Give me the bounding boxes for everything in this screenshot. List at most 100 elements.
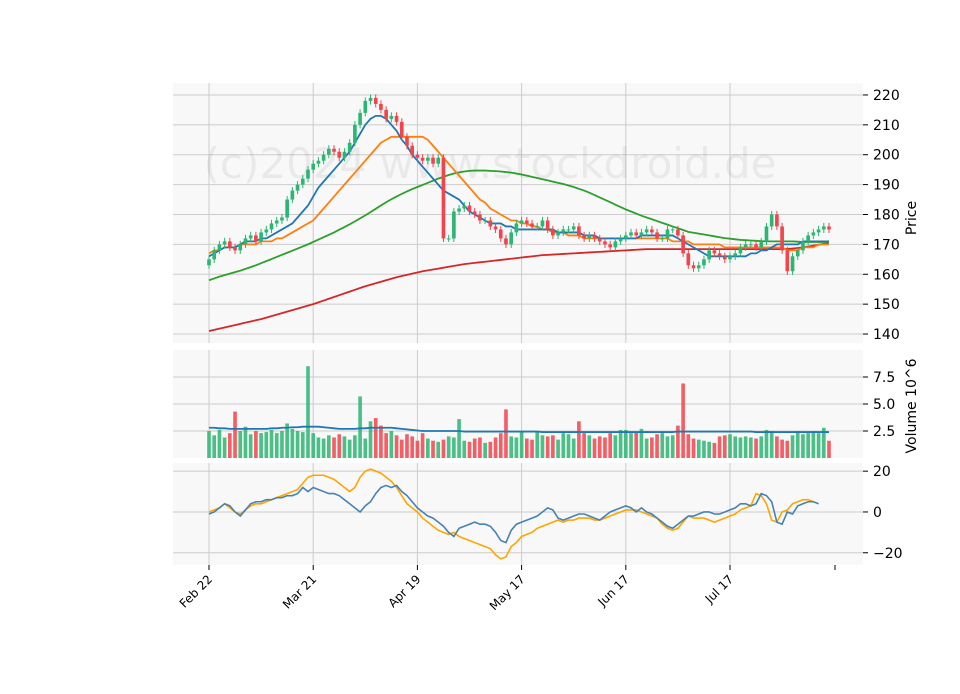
candle-body	[597, 238, 602, 242]
volume-bar	[426, 438, 430, 458]
volume-bar	[738, 437, 743, 458]
volume-bar	[431, 440, 435, 458]
candle-body	[467, 205, 472, 212]
volume-bar	[212, 435, 217, 458]
candle-body	[769, 214, 774, 227]
candle-body	[306, 169, 310, 179]
volume-bar	[639, 428, 644, 458]
candle-body	[259, 232, 263, 242]
candle-body	[681, 235, 685, 254]
candle-body	[556, 232, 560, 236]
x-tick-label: May 17	[487, 572, 528, 613]
candle-body	[790, 256, 795, 272]
volume-bar	[228, 433, 232, 458]
candle-body	[702, 259, 706, 266]
candle-body	[254, 235, 258, 242]
candle-body	[243, 238, 248, 245]
volume-bar	[347, 439, 352, 458]
candle-body	[217, 244, 222, 251]
volume-bar	[566, 434, 571, 458]
candle-body	[441, 157, 446, 239]
price-tick-label: 180	[873, 207, 900, 223]
candle-body	[629, 232, 633, 236]
candle-body	[504, 238, 508, 245]
candle-body	[676, 229, 680, 236]
volume-bar	[743, 436, 748, 458]
candle-body	[738, 247, 743, 254]
candle-body	[816, 229, 821, 233]
volume-bar	[717, 436, 722, 458]
candle-body	[728, 256, 732, 260]
volume-bar	[290, 428, 295, 458]
volume-bar	[655, 434, 659, 458]
candle-body	[269, 223, 274, 230]
volume-bar	[551, 435, 555, 458]
volume-bar	[353, 435, 357, 458]
candle-body	[285, 199, 289, 218]
candle-body	[535, 226, 540, 228]
candle-body	[498, 229, 503, 239]
volume-bar	[587, 435, 592, 458]
candle-body	[316, 160, 321, 164]
volume-bar	[676, 425, 680, 458]
volume-bar	[540, 435, 545, 458]
candle-body	[478, 214, 482, 221]
candle-body	[780, 226, 784, 251]
oscillator-tick-label: 0	[873, 505, 882, 521]
volume-bar	[332, 437, 336, 458]
volume-bar	[337, 434, 342, 458]
volume-bar	[488, 441, 493, 458]
volume-bar	[577, 421, 581, 458]
volume-bar	[691, 438, 696, 458]
volume-bar	[806, 433, 810, 458]
volume-bar	[222, 437, 227, 458]
x-tick-label: Jun 17	[595, 572, 632, 609]
candle-body	[399, 121, 404, 137]
candle-body	[540, 220, 545, 227]
candle-body	[613, 241, 618, 248]
candle-body	[405, 136, 409, 146]
volume-bar	[399, 439, 404, 458]
volume-bar	[264, 432, 269, 458]
candle-body	[722, 256, 727, 260]
volume-bar	[665, 436, 670, 458]
candle-body	[327, 148, 331, 155]
volume-tick-label: 2.5	[873, 424, 895, 440]
candle-body	[509, 232, 514, 245]
volume-bar	[780, 439, 784, 458]
volume-bar	[707, 441, 711, 458]
volume-bar	[368, 421, 373, 458]
volume-bar	[446, 436, 451, 458]
volume-bar	[311, 433, 316, 458]
volume-bar	[618, 429, 623, 458]
candle-body	[337, 151, 342, 158]
price-tick-label: 160	[873, 267, 900, 283]
candle-body	[811, 232, 816, 236]
volume-bar	[530, 439, 534, 458]
volume-bar	[519, 431, 524, 458]
volume-bar	[514, 437, 519, 458]
volume-bar	[582, 433, 586, 458]
candle-body	[749, 244, 753, 246]
volume-bar	[254, 431, 258, 458]
candle-body	[759, 241, 764, 248]
volume-bar	[670, 435, 675, 458]
volume-bar	[300, 432, 305, 458]
price-tick-label: 210	[873, 118, 900, 134]
volume-bar	[483, 442, 487, 458]
volume-bar	[597, 436, 602, 458]
volume-bar	[561, 433, 566, 458]
candle-body	[634, 232, 639, 236]
candle-body	[801, 241, 805, 251]
candle-body	[248, 235, 253, 239]
candle-body	[493, 226, 498, 230]
volume-bar	[410, 436, 415, 458]
candle-body	[660, 238, 665, 240]
candle-body	[353, 124, 357, 143]
volume-bar	[233, 411, 237, 458]
candle-body	[707, 250, 711, 260]
price-tick-label: 150	[873, 297, 900, 313]
candle-body	[488, 220, 493, 227]
volume-bar	[478, 437, 482, 458]
volume-tick-label: 5.0	[873, 397, 895, 413]
